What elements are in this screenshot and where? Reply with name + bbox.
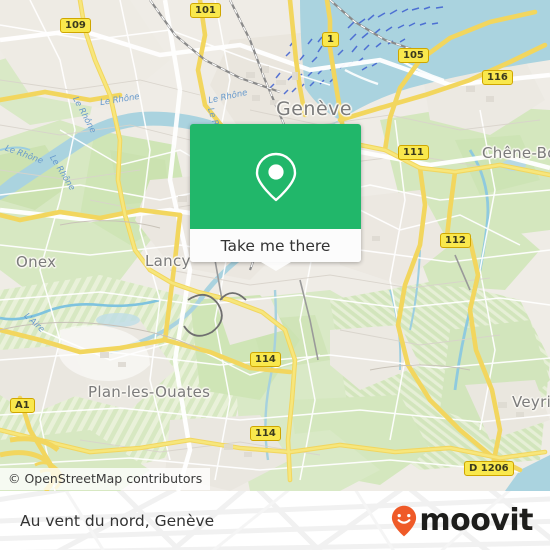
map-label-veyrier: Veyrie	[512, 393, 550, 411]
moovit-logo[interactable]: moovit	[391, 505, 533, 537]
road-shield-d1206[interactable]: D 1206	[464, 461, 514, 476]
map-label-onex: Onex	[16, 253, 57, 271]
road-shield-114-south[interactable]: 114	[250, 426, 281, 441]
road-shield-114-north[interactable]: 114	[250, 352, 281, 367]
footer-bar: Au vent du nord, Genève moovit	[0, 491, 550, 550]
map-pin-icon	[255, 152, 296, 201]
road-shield-a1[interactable]: A1	[10, 398, 35, 413]
map-attribution[interactable]: © OpenStreetMap contributors	[0, 468, 211, 490]
poi-card-pointer	[260, 262, 291, 271]
moovit-location-screenshot: Genève Chêne-Bou Lancy Onex Plan-les-Oua…	[0, 0, 550, 550]
road-shield-105[interactable]: 105	[398, 48, 429, 63]
moovit-wordmark: moovit	[419, 502, 533, 538]
road-shield-111[interactable]: 111	[398, 145, 429, 160]
road-shield-109[interactable]: 109	[60, 18, 91, 33]
take-me-there-button[interactable]: Take me there	[190, 229, 361, 262]
road-shield-101[interactable]: 101	[190, 3, 221, 18]
poi-card-header	[190, 124, 361, 229]
map-label-geneve: Genève	[276, 98, 353, 120]
poi-popup-card[interactable]: Take me there	[190, 124, 361, 271]
moovit-smiley-pin-icon	[392, 505, 417, 536]
road-shield-1[interactable]: 1	[322, 32, 339, 47]
map-canvas[interactable]: Genève Chêne-Bou Lancy Onex Plan-les-Oua…	[0, 0, 550, 491]
take-me-there-label: Take me there	[220, 236, 331, 255]
road-shield-112[interactable]: 112	[440, 233, 471, 248]
map-label-lancy: Lancy	[145, 252, 191, 270]
location-title: Au vent du nord, Genève	[20, 511, 215, 530]
map-label-plan-les-ouates: Plan-les-Ouates	[88, 383, 211, 401]
road-shield-116[interactable]: 116	[482, 70, 513, 85]
map-label-chene-bourg: Chêne-Bou	[482, 144, 550, 162]
